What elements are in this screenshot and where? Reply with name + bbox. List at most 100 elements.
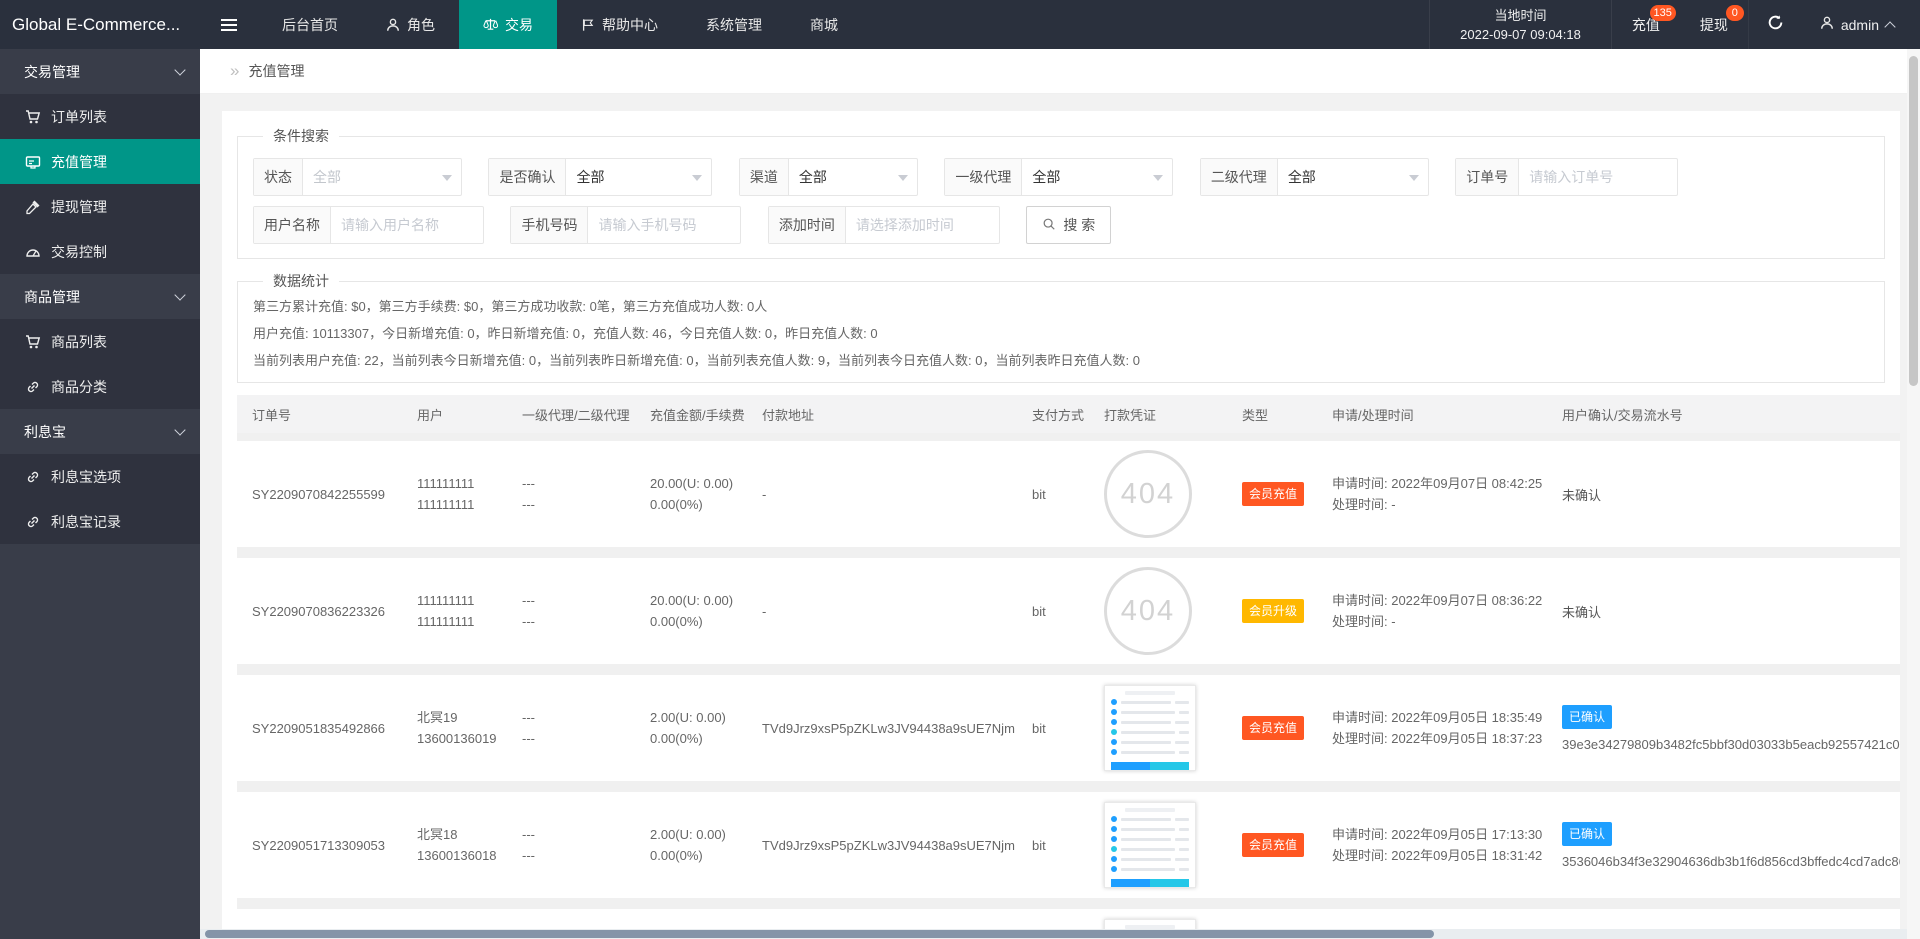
sidebar-item-order-list[interactable]: 订单列表 — [0, 94, 200, 139]
sidebar-item-trade-control[interactable]: 交易控制 — [0, 229, 200, 274]
sidebar-group-product-management[interactable]: 商品管理 — [0, 274, 200, 319]
payment-receipt-thumbnail[interactable] — [1104, 685, 1196, 771]
cell-type: 会员充值 — [1242, 833, 1332, 857]
user-phone: 111111111 — [417, 611, 522, 632]
hamburger-icon — [221, 16, 237, 34]
table-row: SY2209051835492866 北冥19 13600136019 --- … — [237, 675, 1900, 781]
sidebar-item-interest-options[interactable]: 利息宝选项 — [0, 454, 200, 499]
chevron-down-icon — [174, 424, 185, 435]
sidebar-group-label: 商品管理 — [24, 287, 80, 307]
sidebar-item-label: 商品分类 — [51, 377, 107, 397]
apply-time: 申请时间: 2022年09月05日 18:35:49 — [1332, 707, 1562, 728]
cell-time: 申请时间: 2022年09月07日 08:36:22 处理时间: - — [1332, 590, 1562, 632]
recharge-table: 订单号 用户 一级代理/二级代理 充值金额/手续费 付款地址 支付方式 打款凭证… — [237, 395, 1900, 939]
withdraw-count-badge: 0 — [1726, 5, 1744, 21]
cell-address: TVd9Jrz9xsP5pZKLw3JV94438a9sUE7Njm — [762, 838, 1032, 853]
sidebar-item-interest-records[interactable]: 利息宝记录 — [0, 499, 200, 544]
cell-type: 会员充值 — [1242, 482, 1332, 506]
filter-row-2: 用户名称 手机号码 添加时间 搜 索 — [253, 196, 1869, 244]
agent2-select[interactable]: 全部 — [1278, 159, 1428, 195]
nav-item-mall[interactable]: 商城 — [786, 0, 862, 49]
nav-item-roles[interactable]: 角色 — [362, 0, 459, 49]
stats-line-user-recharge: 用户充值: 10113307，今日新增充值: 0，昨日新增充值: 0，充值人数:… — [253, 320, 1869, 347]
nav-item-help-center[interactable]: 帮助中心 — [557, 0, 682, 49]
recharge-count-button[interactable]: 充值 135 — [1612, 0, 1680, 49]
confirmed-badge: 已确认 — [1562, 822, 1612, 846]
sidebar-item-product-category[interactable]: 商品分类 — [0, 364, 200, 409]
horizontal-scrollbar-thumb[interactable] — [205, 930, 1434, 938]
col-header-amount: 充值金额/手续费 — [650, 405, 762, 424]
cell-method: bit — [1032, 487, 1104, 502]
username-input[interactable] — [331, 207, 483, 243]
sidebar-item-label: 利息宝记录 — [51, 512, 121, 532]
recharge-count-badge: 135 — [1650, 5, 1676, 21]
withdraw-count-button[interactable]: 提现 0 — [1680, 0, 1748, 49]
nav-item-trade[interactable]: 交易 — [459, 0, 557, 49]
sidebar-group-trade-management[interactable]: 交易管理 — [0, 49, 200, 94]
link-icon — [24, 469, 41, 485]
cell-type: 会员充值 — [1242, 716, 1332, 740]
channel-select[interactable]: 全部 — [789, 159, 917, 195]
sidebar-group-interest-treasure[interactable]: 利息宝 — [0, 409, 200, 454]
sidebar-item-withdraw-management[interactable]: 提现管理 — [0, 184, 200, 229]
status-select[interactable]: 全部 — [303, 159, 461, 195]
nav-item-label: 后台首页 — [282, 15, 338, 35]
cell-agents: --- --- — [522, 824, 650, 866]
payment-receipt-thumbnail[interactable] — [1104, 802, 1196, 888]
order-no-label: 订单号 — [1456, 159, 1519, 195]
sidebar-toggle-button[interactable] — [200, 0, 258, 49]
cell-user: 111111111 111111111 — [417, 473, 522, 515]
sidebar-item-recharge-management[interactable]: 充值管理 — [0, 139, 200, 184]
chevron-down-icon — [1409, 175, 1419, 181]
phone-label: 手机号码 — [511, 207, 588, 243]
sidebar-group-label: 利息宝 — [24, 422, 66, 442]
transaction-hash: 3536046b34f3e32904636db3b1f6d856cd3bffed… — [1562, 854, 1900, 869]
table-row: SY2209070842255599 111111111 111111111 -… — [237, 441, 1900, 547]
user-menu[interactable]: admin — [1802, 0, 1920, 49]
nav-item-label: 系统管理 — [706, 15, 762, 35]
col-header-method: 支付方式 — [1032, 405, 1104, 424]
refresh-button[interactable] — [1748, 0, 1802, 49]
scale-icon — [483, 17, 498, 32]
confirm-select[interactable]: 全部 — [566, 159, 711, 195]
col-header-time: 申请/处理时间 — [1332, 405, 1562, 424]
amount: 20.00(U: 0.00) — [650, 473, 762, 494]
horizontal-scrollbar[interactable] — [200, 929, 1907, 939]
cell-confirm: 已确认 39e3e34279809b3482fc5bbf30d03033b5ea… — [1562, 705, 1900, 752]
sidebar-item-label: 商品列表 — [51, 332, 107, 352]
cell-address: TVd9Jrz9xsP5pZKLw3JV94438a9sUE7Njm — [762, 721, 1032, 736]
sidebar-item-label: 交易控制 — [51, 242, 107, 262]
amount: 20.00(U: 0.00) — [650, 590, 762, 611]
cell-agents: --- --- — [522, 473, 650, 515]
recharge-card: 条件搜索 状态 全部 是否确认 全部 — [222, 111, 1900, 939]
vertical-scrollbar[interactable] — [1907, 49, 1920, 939]
add-time-filter: 添加时间 — [768, 206, 1000, 244]
order-no-input[interactable] — [1519, 159, 1677, 195]
table-row: SY2209070836223326 111111111 111111111 -… — [237, 558, 1900, 664]
user-name: 北冥18 — [417, 824, 522, 845]
cell-agents: --- --- — [522, 590, 650, 632]
chevron-down-icon — [174, 64, 185, 75]
local-time-label: 当地时间 — [1460, 6, 1581, 25]
status-label: 状态 — [254, 159, 303, 195]
sidebar-item-product-list[interactable]: 商品列表 — [0, 319, 200, 364]
nav-item-dashboard[interactable]: 后台首页 — [258, 0, 362, 49]
stats-legend: 数据统计 — [263, 271, 339, 291]
col-header-type: 类型 — [1242, 405, 1332, 424]
add-time-input[interactable] — [846, 207, 999, 243]
filter-row-1: 状态 全部 是否确认 全部 渠道 — [253, 148, 1869, 196]
agent1-select[interactable]: 全部 — [1022, 159, 1172, 195]
chevron-down-icon — [442, 175, 452, 181]
phone-input[interactable] — [588, 207, 740, 243]
local-time-value: 2022-09-07 09:04:18 — [1460, 25, 1581, 44]
type-badge: 会员充值 — [1242, 833, 1304, 857]
confirm-value: 全部 — [576, 167, 604, 187]
cell-voucher — [1104, 802, 1242, 888]
sidebar-item-label: 提现管理 — [51, 197, 107, 217]
vertical-scrollbar-thumb[interactable] — [1909, 56, 1918, 386]
search-legend: 条件搜索 — [263, 126, 339, 146]
breadcrumb-current: 充值管理 — [248, 61, 304, 81]
search-button[interactable]: 搜 索 — [1026, 206, 1111, 244]
nav-item-system[interactable]: 系统管理 — [682, 0, 786, 49]
cell-user: 北冥19 13600136019 — [417, 707, 522, 749]
